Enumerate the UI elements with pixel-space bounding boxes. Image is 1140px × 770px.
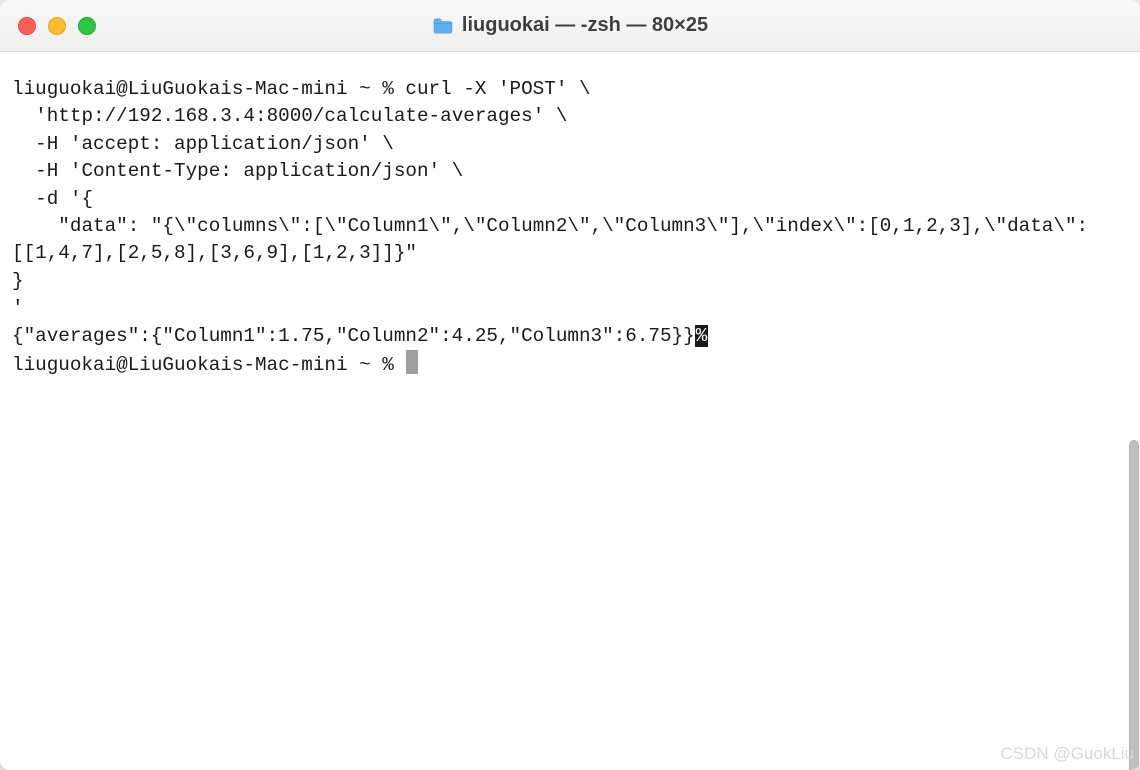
- command-line-5: -d '{: [12, 188, 93, 210]
- prompt: liuguokai@LiuGuokais-Mac-mini ~ %: [12, 78, 405, 100]
- terminal-body[interactable]: liuguokai@LiuGuokais-Mac-mini ~ % curl -…: [0, 52, 1140, 770]
- minimize-button[interactable]: [48, 17, 66, 35]
- scrollbar-thumb[interactable]: [1129, 440, 1139, 770]
- terminal-window: liuguokai — -zsh — 80×25 liuguokai@LiuGu…: [0, 0, 1140, 770]
- cursor: [406, 350, 418, 374]
- window-title: liuguokai — -zsh — 80×25: [462, 14, 708, 37]
- output-line: {"averages":{"Column1":1.75,"Column2":4.…: [12, 325, 695, 347]
- command-line-1: curl -X 'POST' \: [405, 78, 590, 100]
- eol-percent-mark: %: [695, 325, 709, 347]
- command-line-7: }: [12, 270, 24, 292]
- command-line-6: "data": "{\"columns\":[\"Column1\",\"Col…: [12, 215, 1088, 264]
- watermark: CSDN @GuokLiu: [1001, 744, 1134, 764]
- traffic-lights: [18, 17, 96, 35]
- folder-icon: [432, 17, 454, 35]
- title-wrap: liuguokai — -zsh — 80×25: [0, 14, 1140, 37]
- command-line-3: -H 'accept: application/json' \: [12, 133, 394, 155]
- prompt: liuguokai@LiuGuokais-Mac-mini ~ %: [12, 354, 405, 376]
- close-button[interactable]: [18, 17, 36, 35]
- command-line-2: 'http://192.168.3.4:8000/calculate-avera…: [12, 105, 567, 127]
- command-line-8: ': [12, 297, 24, 319]
- maximize-button[interactable]: [78, 17, 96, 35]
- titlebar: liuguokai — -zsh — 80×25: [0, 0, 1140, 52]
- command-line-4: -H 'Content-Type: application/json' \: [12, 160, 463, 182]
